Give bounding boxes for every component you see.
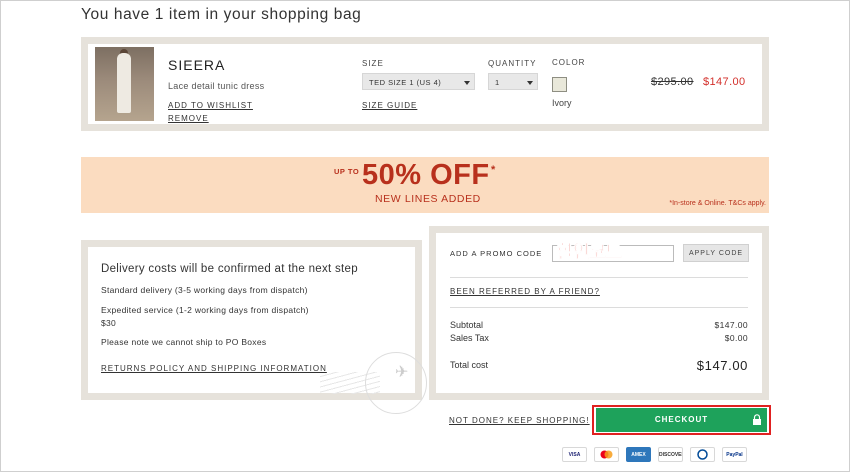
product-image-dress: [117, 53, 131, 113]
chevron-down-icon: [527, 81, 533, 85]
total-cost-value: $147.00: [696, 358, 748, 373]
product-description: Lace detail tunic dress: [168, 81, 265, 91]
divider: [450, 277, 748, 278]
chevron-down-icon: [464, 81, 470, 85]
size-select[interactable]: TED SIZE 1 (US 4): [362, 73, 475, 90]
color-name: Ivory: [552, 98, 572, 108]
banner-terms: *In-store & Online. T&Cs apply.: [669, 200, 766, 207]
airplane-icon: ✈: [395, 364, 409, 381]
visa-icon: VISA: [562, 447, 587, 462]
keep-shopping-link[interactable]: NOT DONE? KEEP SHOPPING!: [449, 416, 590, 425]
color-label: COLOR: [552, 58, 586, 67]
total-cost-label: Total cost: [450, 360, 489, 370]
quantity-select-value: 1: [495, 78, 500, 87]
sales-tax-value: $0.00: [724, 333, 748, 343]
divider: [450, 307, 748, 308]
original-price: $295.00: [651, 76, 694, 88]
banner-headline: 50% OFF: [362, 159, 490, 191]
banner-up-to: UP TO: [334, 167, 360, 176]
size-guide-link[interactable]: SIZE GUIDE: [362, 101, 417, 110]
referred-by-friend-link[interactable]: BEEN REFERRED BY A FRIEND?: [450, 287, 600, 296]
subtotal-value: $147.00: [714, 320, 748, 330]
subtotal-label: Subtotal: [450, 320, 484, 330]
checkout-button[interactable]: CHECKOUT: [596, 408, 767, 432]
payment-methods: VISA AMEX DISCOVER PayPal: [562, 447, 747, 462]
add-to-wishlist-link[interactable]: ADD TO WISHLIST: [168, 101, 253, 110]
color-swatch: [552, 77, 567, 92]
standard-delivery: Standard delivery (3-5 working days from…: [101, 285, 308, 295]
page-title: You have 1 item in your shopping bag: [81, 6, 362, 23]
promo-code-annotation: 할인코드: [557, 242, 622, 263]
expedited-delivery: Expedited service (1-2 working days from…: [101, 305, 309, 315]
sale-price: $147.00: [703, 76, 746, 88]
returns-policy-link[interactable]: RETURNS POLICY AND SHIPPING INFORMATION: [101, 364, 327, 373]
banner-subline: NEW LINES ADDED: [375, 193, 481, 205]
apply-code-button[interactable]: APPLY CODE: [683, 244, 749, 262]
expedited-price: $30: [101, 318, 117, 328]
size-select-value: TED SIZE 1 (US 4): [369, 78, 442, 87]
promo-code-label: ADD A PROMO CODE: [450, 249, 543, 258]
sales-tax-label: Sales Tax: [450, 333, 489, 343]
paypal-icon: PayPal: [722, 447, 747, 462]
po-box-note: Please note we cannot ship to PO Boxes: [101, 337, 267, 347]
discover-icon: DISCOVER: [658, 447, 683, 462]
remove-item-link[interactable]: REMOVE: [168, 114, 209, 123]
quantity-label: QUANTITY: [488, 59, 537, 68]
product-image[interactable]: [95, 47, 154, 121]
amex-icon: AMEX: [626, 447, 651, 462]
mastercard-icon: [594, 447, 619, 462]
banner-asterisk: *: [491, 164, 496, 176]
size-label: SIZE: [362, 59, 384, 68]
product-name[interactable]: SIEERA: [168, 57, 225, 73]
diners-icon: [690, 447, 715, 462]
quantity-select[interactable]: 1: [488, 73, 538, 90]
delivery-title: Delivery costs will be confirmed at the …: [101, 263, 358, 275]
lock-icon: [753, 414, 761, 425]
